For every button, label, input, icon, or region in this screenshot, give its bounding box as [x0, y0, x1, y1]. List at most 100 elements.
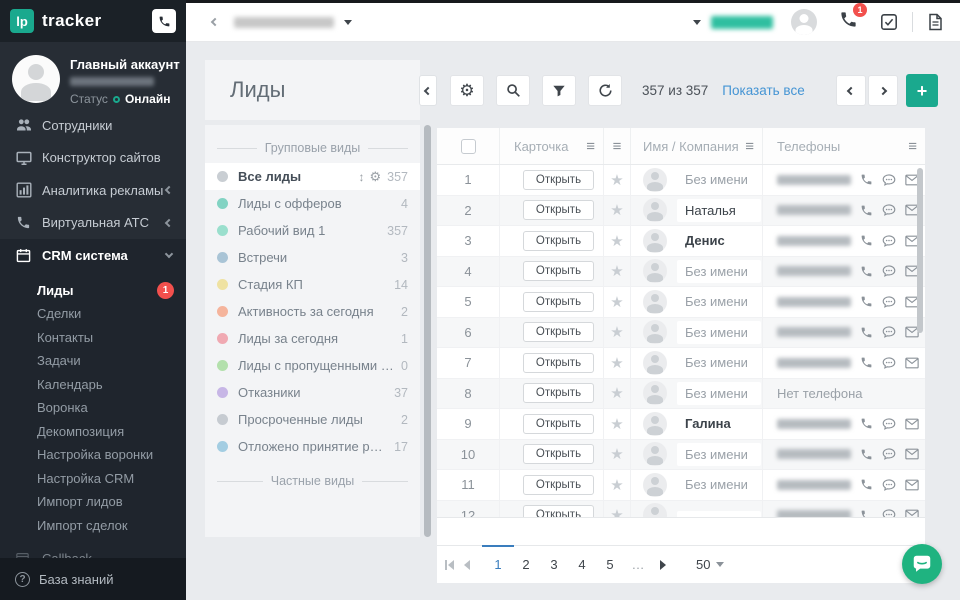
open-button[interactable]: Открыть	[523, 475, 594, 495]
sidebar-subitem[interactable]: Календарь	[0, 373, 186, 397]
redacted-project-name[interactable]	[234, 17, 334, 28]
documents-button[interactable]	[927, 13, 944, 31]
lead-name[interactable]: Без имени	[677, 168, 761, 191]
column-menu-icon[interactable]: ≡	[745, 138, 754, 155]
gear-icon[interactable]: ⚙	[369, 169, 381, 185]
table-row[interactable]: 5 Открыть ★ Без имени	[437, 287, 925, 318]
table-row[interactable]: 3 Открыть ★ Денис	[437, 226, 925, 257]
open-button[interactable]: Открыть	[523, 353, 594, 373]
star-icon[interactable]: ★	[610, 171, 623, 189]
call-icon[interactable]	[860, 417, 873, 430]
star-icon[interactable]: ★	[610, 506, 623, 518]
table-row[interactable]: 9 Открыть ★ Галина	[437, 409, 925, 440]
prev-page-button[interactable]	[836, 75, 866, 106]
star-icon[interactable]: ★	[610, 415, 623, 433]
table-row[interactable]: 1 Открыть ★ Без имени	[437, 165, 925, 196]
open-button[interactable]: Открыть	[523, 414, 594, 434]
table-row[interactable]: 7 Открыть ★ Без имени	[437, 348, 925, 379]
column-menu-icon[interactable]: ≡	[613, 138, 622, 155]
chat-icon[interactable]	[882, 325, 896, 339]
chat-icon[interactable]	[882, 295, 896, 309]
group-view-item[interactable]: Рабочий вид 1 357	[205, 217, 420, 244]
star-icon[interactable]: ★	[610, 384, 623, 402]
sidebar-item-employees[interactable]: Сотрудники	[0, 109, 186, 142]
page-button[interactable]: 5	[596, 557, 624, 572]
sidebar-subitem[interactable]: Настройка воронки	[0, 443, 186, 467]
star-icon[interactable]: ★	[610, 445, 623, 463]
lead-name[interactable]: Без имени	[677, 260, 761, 283]
call-icon[interactable]	[860, 448, 873, 461]
filter-button[interactable]	[542, 75, 576, 106]
star-icon[interactable]: ★	[610, 476, 623, 494]
chat-icon[interactable]	[882, 478, 896, 492]
lead-name[interactable]: Без имени	[677, 290, 761, 313]
back-chevron-icon[interactable]	[211, 18, 219, 26]
call-icon[interactable]	[860, 356, 873, 369]
email-icon[interactable]	[905, 418, 919, 430]
collapse-panel-button[interactable]	[419, 75, 437, 106]
show-all-link[interactable]: Показать все	[722, 83, 804, 98]
sidebar-item-crm[interactable]: CRM система	[0, 239, 186, 272]
search-button[interactable]	[496, 75, 530, 106]
chat-icon[interactable]	[882, 234, 896, 248]
lead-name[interactable]: Без имени	[677, 382, 761, 405]
lead-name[interactable]: Денис	[677, 229, 761, 252]
sidebar-subitem[interactable]: Декомпозиция	[0, 420, 186, 444]
table-row[interactable]: 4 Открыть ★ Без имени	[437, 257, 925, 288]
group-view-item[interactable]: Стадия КП 14	[205, 271, 420, 298]
settings-button[interactable]: ⚙	[450, 75, 484, 106]
page-size-select[interactable]: 50	[696, 557, 724, 572]
group-view-item[interactable]: Все лиды ↕ ⚙ 357	[205, 163, 420, 190]
chat-icon[interactable]	[882, 203, 896, 217]
email-icon[interactable]	[905, 448, 919, 460]
sidebar-subitem[interactable]: Импорт лидов	[0, 490, 186, 514]
sidebar-subitem[interactable]: Задачи	[0, 349, 186, 373]
add-lead-button[interactable]: +	[906, 74, 938, 107]
open-button[interactable]: Открыть	[523, 170, 594, 190]
open-button[interactable]: Открыть	[523, 383, 594, 403]
sidebar-subitem[interactable]: Воронка	[0, 396, 186, 420]
table-row[interactable]: 2 Открыть ★ Наталья	[437, 196, 925, 227]
sidebar-subitem[interactable]: Сделки	[0, 302, 186, 326]
lead-name[interactable]: Без имени	[677, 473, 761, 496]
group-panel-scrollbar[interactable]	[424, 125, 431, 537]
call-icon[interactable]	[860, 173, 873, 186]
call-icon[interactable]	[860, 509, 873, 518]
call-icon[interactable]	[860, 204, 873, 217]
calls-button[interactable]: 1	[839, 10, 858, 34]
open-button[interactable]: Открыть	[523, 292, 594, 312]
email-icon[interactable]	[905, 479, 919, 491]
lead-name[interactable]	[677, 511, 761, 518]
page-button[interactable]: 3	[540, 557, 568, 572]
group-view-item[interactable]: Лиды за сегодня 1	[205, 325, 420, 352]
sidebar-item-site-builder[interactable]: Конструктор сайтов	[0, 142, 186, 175]
group-view-item[interactable]: Отказники 37	[205, 379, 420, 406]
call-icon[interactable]	[860, 326, 873, 339]
group-view-item[interactable]: Активность за сегодня 2	[205, 298, 420, 325]
star-icon[interactable]: ★	[610, 232, 623, 250]
support-chat-button[interactable]	[902, 544, 942, 584]
column-menu-icon[interactable]: ≡	[908, 138, 917, 155]
group-view-item[interactable]: Встречи 3	[205, 244, 420, 271]
table-row[interactable]: 11 Открыть ★ Без имени	[437, 470, 925, 501]
first-page-button[interactable]	[445, 560, 454, 570]
balance-dropdown-caret[interactable]	[693, 20, 701, 25]
group-view-item[interactable]: Лиды с офферов 4	[205, 190, 420, 217]
group-view-item[interactable]: Отложено принятие реш… 17	[205, 433, 420, 460]
call-icon[interactable]	[860, 478, 873, 491]
chat-icon[interactable]	[882, 356, 896, 370]
sidebar-item-virtual-pbx[interactable]: Виртуальная АТС	[0, 207, 186, 240]
star-icon[interactable]: ★	[610, 262, 623, 280]
project-dropdown-caret[interactable]	[344, 20, 352, 25]
lead-name[interactable]: Без имени	[677, 321, 761, 344]
call-icon[interactable]	[860, 265, 873, 278]
table-row[interactable]: 12 Открыть ★	[437, 501, 925, 519]
sidebar-subitem[interactable]: Настройка CRM	[0, 467, 186, 491]
table-row[interactable]: 10 Открыть ★ Без имени	[437, 440, 925, 471]
sidebar-item-ad-analytics[interactable]: Аналитика рекламы	[0, 174, 186, 207]
user-avatar[interactable]	[791, 9, 817, 35]
chat-icon[interactable]	[882, 508, 896, 518]
lead-name[interactable]: Галина	[677, 412, 761, 435]
next-page-button[interactable]	[868, 75, 898, 106]
star-icon[interactable]: ★	[610, 293, 623, 311]
